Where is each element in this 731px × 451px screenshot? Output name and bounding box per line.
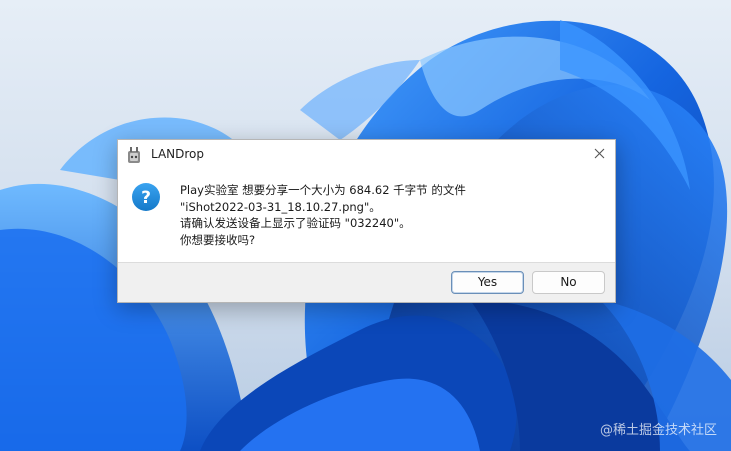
question-icon: ?	[131, 182, 161, 212]
watermark: @稀土掘金技术社区	[599, 423, 717, 438]
dialog-titlebar: LANDrop	[118, 140, 615, 170]
dialog-button-bar: Yes No	[118, 262, 615, 302]
landrop-receive-dialog: LANDrop ? Play实验室 想要分享一个大小为 684.62 千字节 的…	[117, 139, 616, 303]
landrop-icon	[126, 146, 142, 164]
message-line-2: "iShot2022-03-31_18.10.27.png"。	[180, 199, 381, 214]
no-button[interactable]: No	[532, 271, 605, 294]
dialog-content: ? Play实验室 想要分享一个大小为 684.62 千字节 的文件 "iSho…	[118, 170, 615, 262]
dialog-message: Play实验室 想要分享一个大小为 684.62 千字节 的文件 "iShot2…	[180, 182, 600, 248]
close-icon	[594, 148, 605, 159]
close-button[interactable]	[587, 142, 613, 166]
message-line-1: Play实验室 想要分享一个大小为 684.62 千字节 的文件	[180, 183, 466, 197]
dialog-title: LANDrop	[151, 147, 205, 161]
message-line-4: 你想要接收吗?	[180, 232, 256, 247]
yes-button[interactable]: Yes	[451, 271, 524, 294]
svg-text:?: ?	[141, 188, 151, 208]
message-line-3: 请确认发送设备上显示了验证码 "032240"。	[180, 216, 411, 230]
